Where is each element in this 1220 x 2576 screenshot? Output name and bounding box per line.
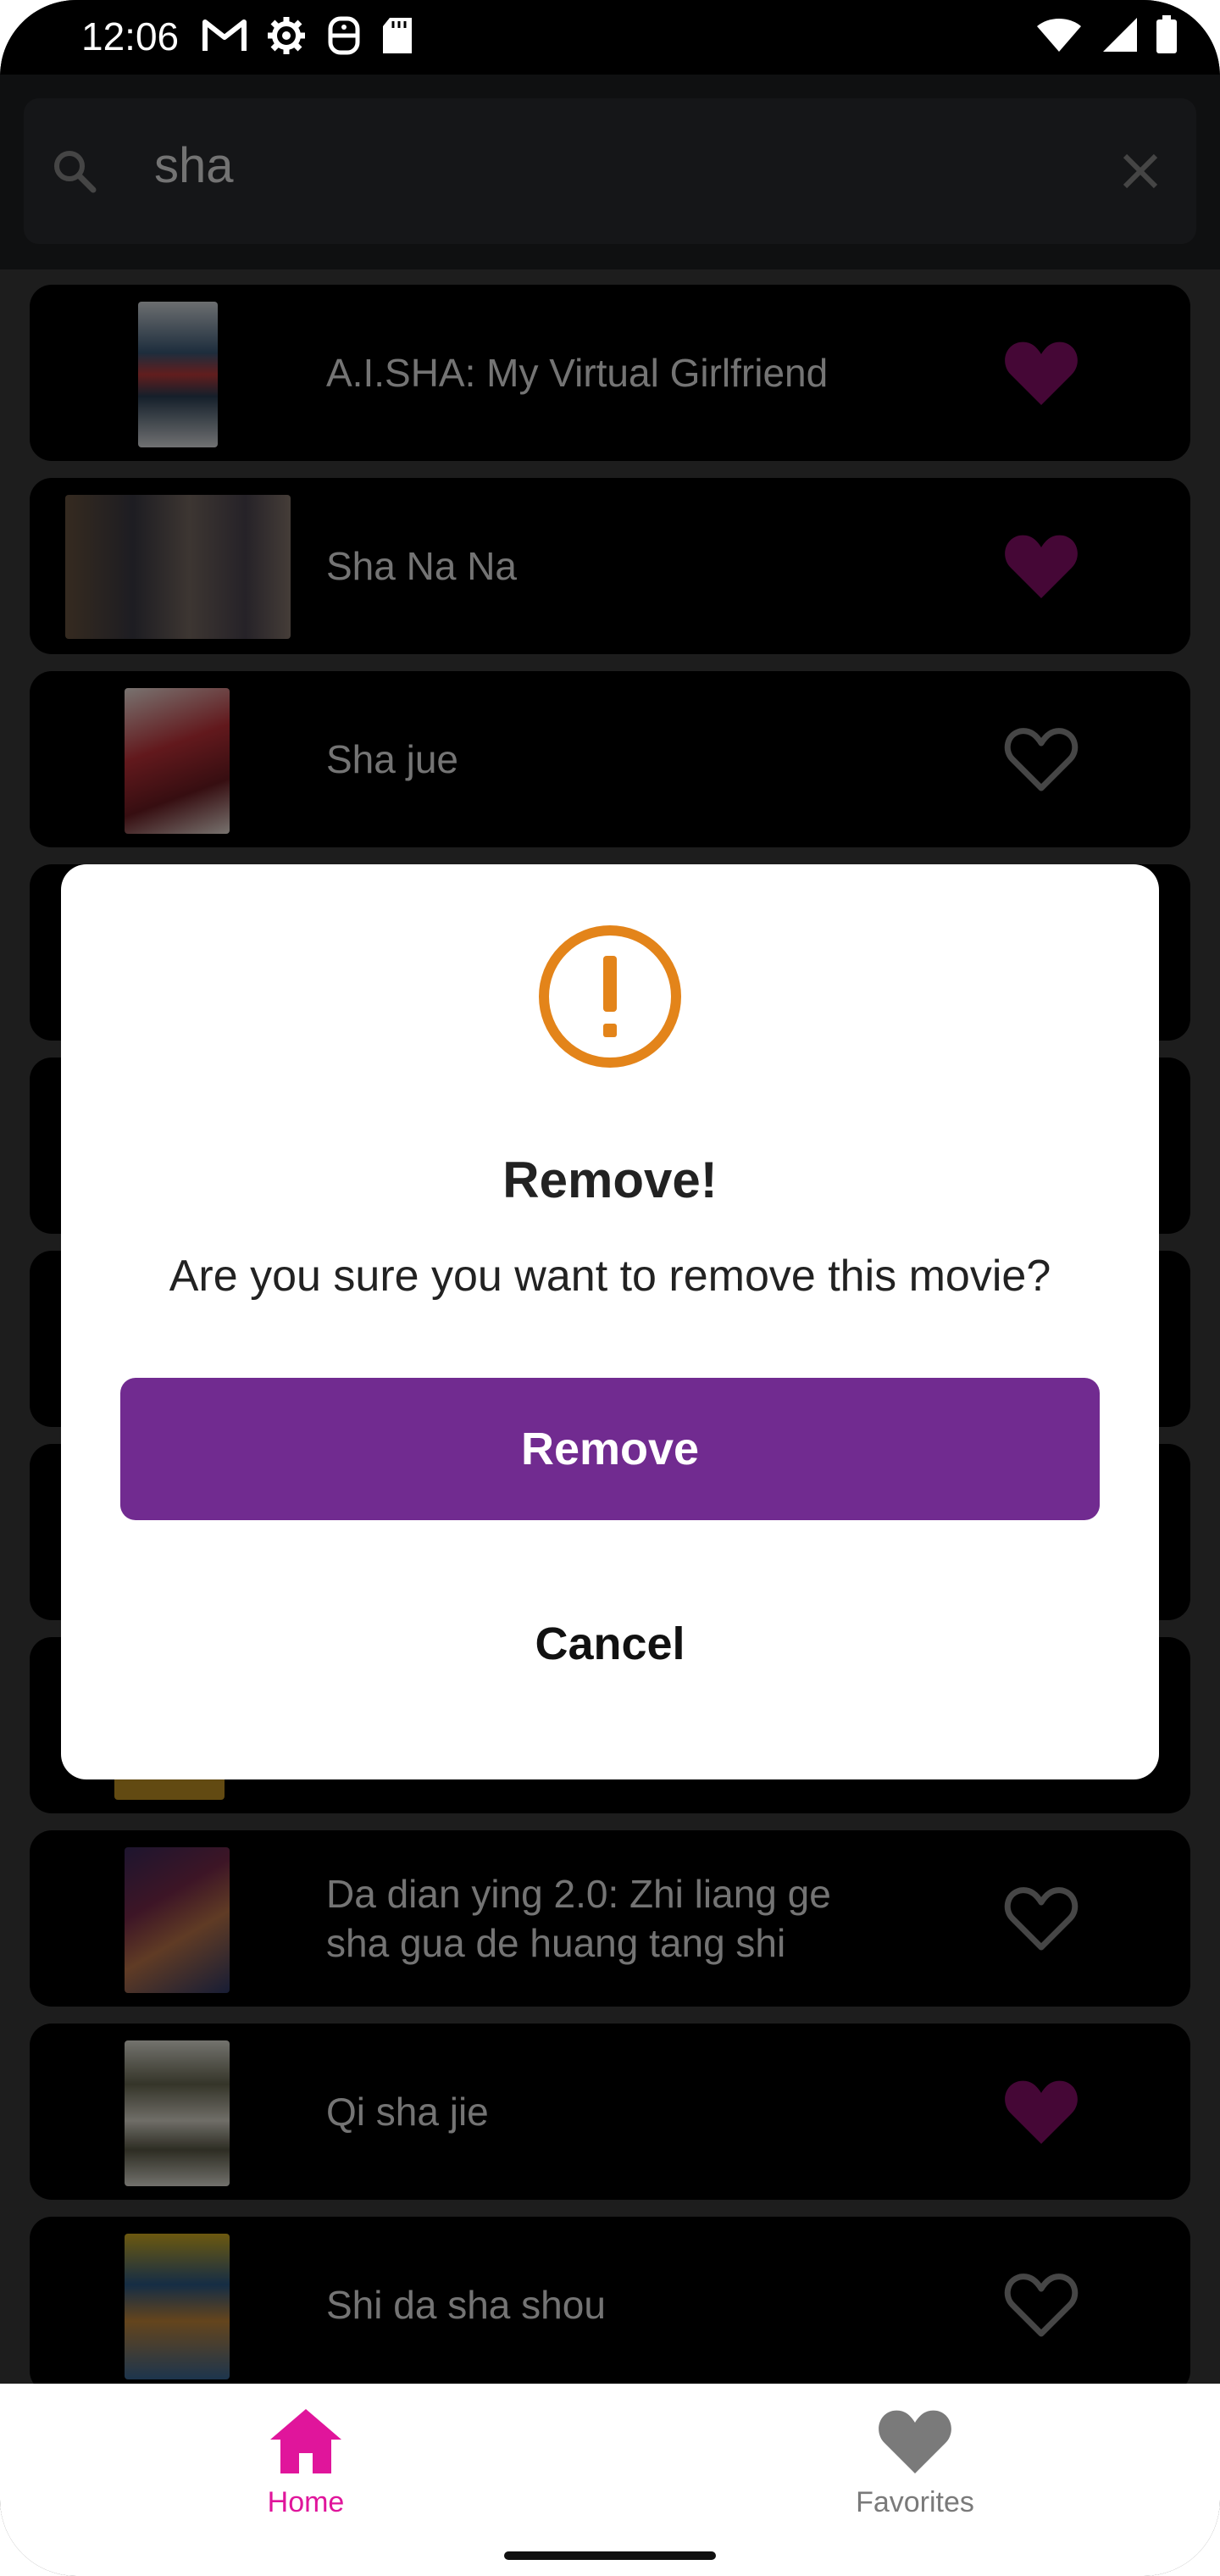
nav-item-home[interactable]: Home — [179, 2406, 433, 2519]
dialog-title: Remove! — [502, 1152, 718, 1208]
gesture-handle[interactable] — [504, 2551, 716, 2560]
wifi-icon — [1037, 19, 1081, 52]
remove-button[interactable]: Remove — [120, 1378, 1100, 1520]
status-bar: 12:06 — [0, 0, 1220, 75]
status-icons-right — [1035, 15, 1178, 54]
settings-icon — [268, 17, 305, 54]
screen: 12:06 sha A.I.SHA: My Virtual Girlfriend — [0, 0, 1220, 2576]
nav-label-home: Home — [267, 2486, 345, 2518]
nav-item-favorites[interactable]: Favorites — [788, 2406, 1042, 2519]
dialog-message: Are you sure you want to remove this mov… — [169, 1252, 1051, 1301]
nav-label-favorites: Favorites — [856, 2486, 974, 2518]
warning-icon — [539, 925, 681, 1068]
remove-dialog: Remove! Are you sure you want to remove … — [61, 864, 1159, 1779]
home-icon — [270, 2409, 341, 2473]
status-icons-left — [202, 15, 413, 56]
signal-icon — [1103, 18, 1137, 52]
status-time: 12:06 — [81, 14, 180, 58]
sd-card-icon — [383, 18, 412, 53]
heart-icon — [879, 2410, 951, 2473]
cancel-button[interactable]: Cancel — [120, 1593, 1100, 1695]
accessibility-icon — [328, 16, 360, 55]
battery-icon — [1156, 15, 1177, 53]
gmail-icon — [202, 19, 247, 51]
bottom-navigation: Home Favorites — [0, 2384, 1220, 2576]
